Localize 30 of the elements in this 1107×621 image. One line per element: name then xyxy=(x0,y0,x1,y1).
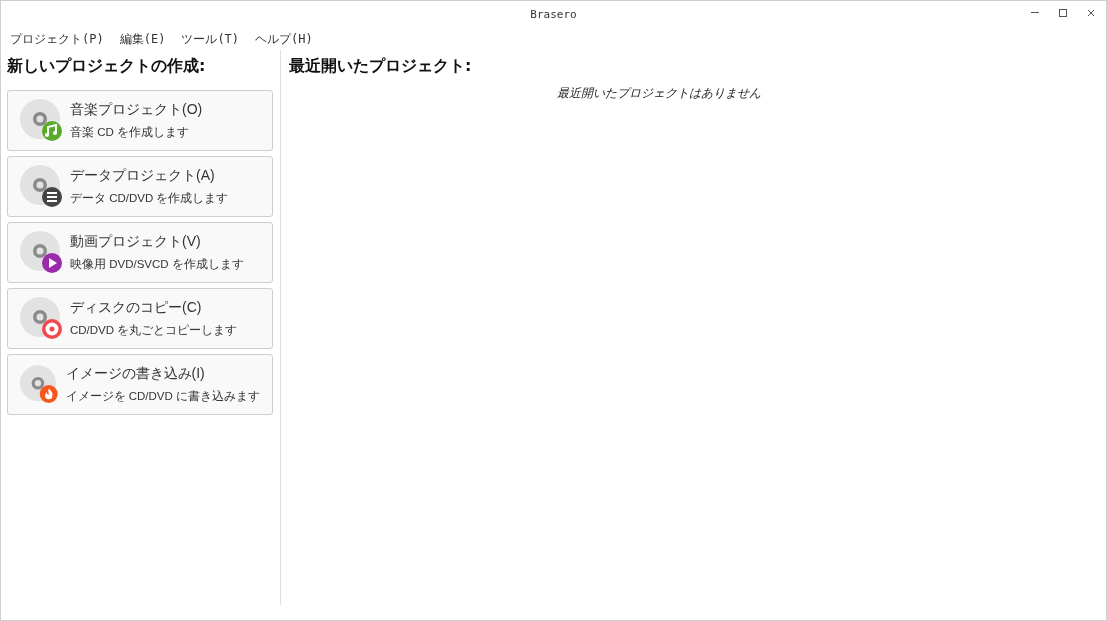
menu-item[interactable]: 編集(E) xyxy=(119,30,166,48)
project-type-button[interactable]: 音楽プロジェクト(O) 音楽 CD を作成します xyxy=(7,90,273,151)
menu-item[interactable]: ツール(T) xyxy=(181,30,240,48)
project-type-button[interactable]: イメージの書き込み(I) イメージを CD/DVD に書き込みます xyxy=(7,354,273,415)
project-type-title: イメージの書き込み(I) xyxy=(65,365,206,383)
disc-music-icon xyxy=(20,98,64,143)
project-type-button[interactable]: ディスクのコピー(C) CD/DVD を丸ごとコピーします xyxy=(7,288,273,349)
project-type-description: CD/DVD を丸ごとコピーします xyxy=(70,323,238,338)
maximize-icon xyxy=(1059,9,1067,17)
close-icon xyxy=(1087,9,1095,17)
project-type-title: 動画プロジェクト(V) xyxy=(70,233,202,251)
disc-play-icon xyxy=(20,230,64,275)
project-type-button[interactable]: 動画プロジェクト(V) 映像用 DVD/SVCD を作成します xyxy=(7,222,273,283)
window-title: Brasero xyxy=(530,8,577,21)
menu-item[interactable]: ヘルプ(H) xyxy=(255,30,313,48)
project-type-description: 音楽 CD を作成します xyxy=(70,125,190,140)
project-type-description: データ CD/DVD を作成します xyxy=(70,191,229,206)
project-type-description: イメージを CD/DVD に書き込みます xyxy=(65,389,260,404)
menu-item[interactable]: プロジェクト(P) xyxy=(10,30,104,48)
project-type-button[interactable]: データプロジェクト(A) データ CD/DVD を作成します xyxy=(7,156,273,217)
project-type-title: データプロジェクト(A) xyxy=(70,167,216,185)
project-type-description: 映像用 DVD/SVCD を作成します xyxy=(70,257,244,272)
section-heading: 最近開いたプロジェクト: xyxy=(289,56,473,77)
project-type-title: ディスクのコピー(C) xyxy=(70,299,203,317)
empty-message: 最近開いたプロジェクトはありません xyxy=(555,85,762,102)
minimize-icon xyxy=(1031,12,1039,14)
project-type-title: 音楽プロジェクト(O) xyxy=(70,101,203,119)
section-heading: 新しいプロジェクトの作成: xyxy=(7,56,207,77)
disc-target-icon xyxy=(20,296,64,341)
disc-document-icon xyxy=(20,164,64,209)
